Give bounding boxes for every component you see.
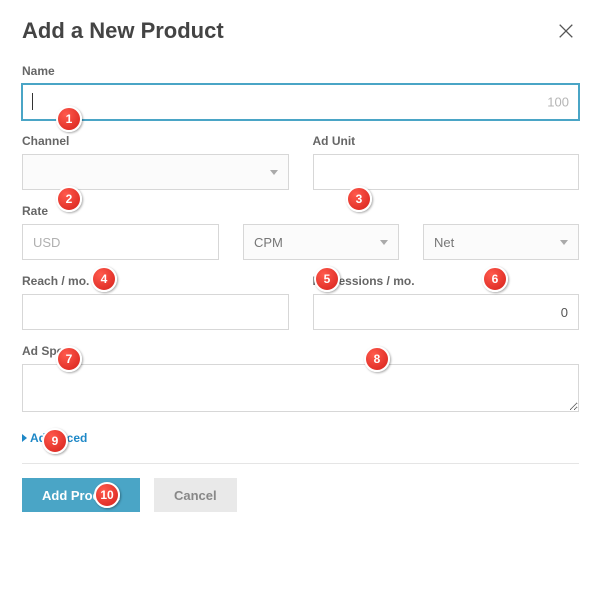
channel-select[interactable] (22, 154, 289, 190)
rate-group: Rate CPM Net (22, 204, 579, 260)
adspecs-textarea[interactable] (22, 364, 579, 412)
advanced-label: Advanced (30, 431, 87, 445)
adspecs-label: Ad Specs (22, 344, 579, 358)
rate-input[interactable] (22, 224, 219, 260)
pricing-model-select[interactable]: CPM (243, 224, 399, 260)
text-cursor (32, 93, 33, 110)
netgross-value: Net (434, 235, 454, 250)
adunit-input[interactable] (313, 154, 580, 190)
channel-group: Channel (22, 134, 289, 190)
close-button[interactable] (553, 18, 579, 44)
reach-label: Reach / mo. (22, 274, 289, 288)
name-input-wrap: 100 (22, 84, 579, 120)
dialog-title: Add a New Product (22, 18, 224, 44)
adunit-label: Ad Unit (313, 134, 580, 148)
reach-group: Reach / mo. (22, 274, 289, 330)
triangle-right-icon (22, 434, 27, 442)
advanced-toggle[interactable]: Advanced (22, 431, 87, 445)
impressions-label: Impressions / mo. (313, 274, 580, 288)
dialog-header: Add a New Product (22, 18, 579, 44)
cancel-button[interactable]: Cancel (154, 478, 237, 512)
impressions-input[interactable] (313, 294, 580, 330)
close-icon (557, 22, 575, 40)
name-group: Name 100 (22, 64, 579, 120)
impressions-group: Impressions / mo. (313, 274, 580, 330)
name-label: Name (22, 64, 579, 78)
rate-label: Rate (22, 204, 579, 218)
add-product-dialog: Add a New Product Name 100 Channel Ad Un… (0, 0, 601, 526)
add-product-button[interactable]: Add Product (22, 478, 140, 512)
channel-label: Channel (22, 134, 289, 148)
name-input[interactable] (22, 84, 579, 120)
dialog-footer: Add Product Cancel (22, 463, 579, 526)
chevron-down-icon (560, 240, 568, 245)
adunit-group: Ad Unit (313, 134, 580, 190)
chevron-down-icon (380, 240, 388, 245)
netgross-select[interactable]: Net (423, 224, 579, 260)
reach-input[interactable] (22, 294, 289, 330)
adspecs-group: Ad Specs (22, 344, 579, 415)
name-char-countdown: 100 (547, 95, 569, 110)
chevron-down-icon (270, 170, 278, 175)
pricing-model-value: CPM (254, 235, 283, 250)
